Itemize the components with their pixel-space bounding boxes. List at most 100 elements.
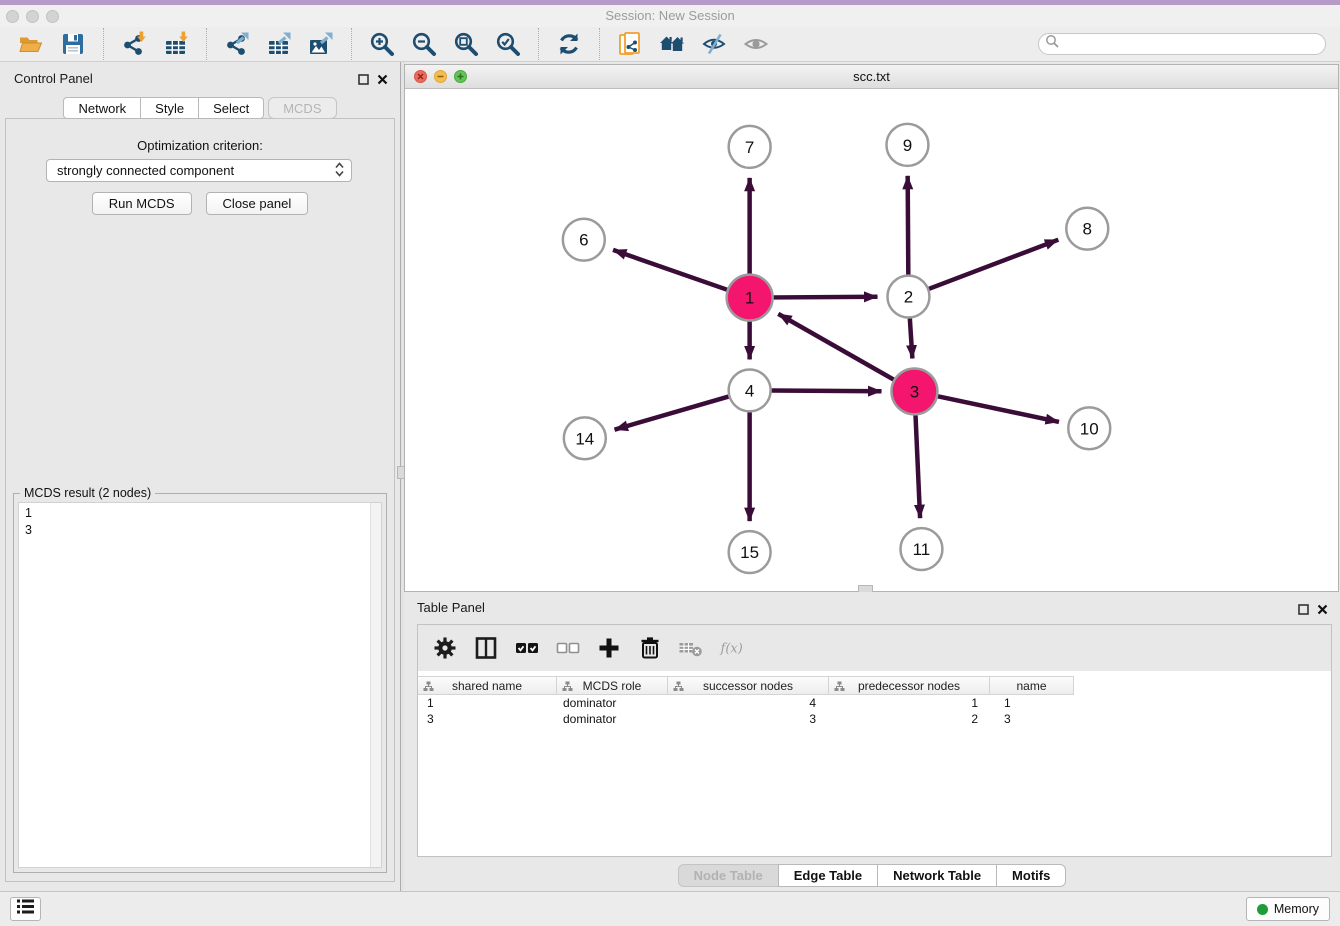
hide-graphics-details-icon[interactable] [699,29,729,59]
table-panel-title: Table Panel [417,600,485,615]
node-11[interactable]: 11 [900,528,942,570]
node-8[interactable]: 8 [1066,208,1108,250]
network-window-titlebar[interactable]: scc.txt [405,65,1338,89]
cell-successor-nodes[interactable]: 3 [670,711,832,727]
tab-node-table[interactable]: Node Table [678,864,779,887]
cell-successor-nodes[interactable]: 4 [670,695,832,711]
table-toolbar: f(x) [418,625,1331,671]
control-panel: Control Panel NetworkStyleSelectMCDS Opt… [0,62,400,892]
node-2[interactable]: 2 [887,276,929,318]
node-7[interactable]: 7 [729,126,771,168]
dropdown-stepper-icon [335,162,344,180]
refresh-icon[interactable] [554,29,584,59]
search-input[interactable] [1060,34,1325,54]
mcds-result-title: MCDS result (2 nodes) [20,486,155,500]
table-row[interactable]: 1dominator411 [418,695,1331,711]
column-header-shared-name[interactable]: shared name [417,676,557,695]
deselect-all-checks-icon[interactable] [555,635,581,661]
node-6[interactable]: 6 [563,219,605,261]
result-scrollbar[interactable] [370,503,381,867]
control-panel-tabs: NetworkStyleSelectMCDS [0,97,400,119]
edge-3-1[interactable] [778,314,893,380]
criterion-dropdown-value: strongly connected component [57,163,234,178]
node-1[interactable]: 1 [727,275,773,321]
edge-2-8[interactable] [929,240,1058,289]
new-network-from-selection-icon[interactable] [615,29,645,59]
edge-1-2[interactable] [774,297,878,298]
toolbar-separator [599,28,600,60]
edge-4-14[interactable] [615,397,729,430]
column-header-successor-nodes[interactable]: successor nodes [667,676,829,695]
add-row-icon[interactable] [596,635,622,661]
tab-mcds[interactable]: MCDS [268,97,336,119]
status-bar: Memory [0,891,1340,926]
zoom-in-icon[interactable] [367,29,397,59]
tab-network[interactable]: Network [63,97,141,119]
import-network-icon[interactable] [119,29,149,59]
edge-4-3[interactable] [772,391,882,392]
import-table-icon[interactable] [161,29,191,59]
cell-shared-name[interactable]: 1 [418,695,558,711]
float-panel-icon[interactable] [1298,602,1309,620]
zoom-selected-icon[interactable] [493,29,523,59]
node-3[interactable]: 3 [891,368,937,414]
save-session-icon[interactable] [58,29,88,59]
show-graphics-details-icon[interactable] [741,29,771,59]
edge-2-9[interactable] [908,176,909,275]
cell-shared-name[interactable]: 3 [418,711,558,727]
close-panel-icon[interactable] [377,72,388,90]
table-row[interactable]: 3dominator323 [418,711,1331,727]
column-header-name[interactable]: name [989,676,1074,695]
cell-MCDS-role[interactable]: dominator [558,711,670,727]
memory-button[interactable]: Memory [1246,897,1330,921]
edge-2-3[interactable] [910,318,913,358]
run-mcds-button[interactable]: Run MCDS [92,192,192,215]
node-10[interactable]: 10 [1068,407,1110,449]
edge-3-10[interactable] [938,396,1059,422]
show-columns-icon[interactable] [473,635,499,661]
close-panel-icon[interactable] [1317,602,1328,620]
export-table-icon[interactable] [264,29,294,59]
search-box[interactable] [1038,33,1326,55]
column-header-predecessor-nodes[interactable]: predecessor nodes [828,676,990,695]
svg-text:f(x): f(x) [720,642,743,657]
mcds-result-area[interactable]: 1 3 [18,502,382,868]
app-window: Session: New Session Control Panel Netwo… [0,0,1340,926]
criterion-dropdown[interactable]: strongly connected component [46,159,352,182]
tab-edge-table[interactable]: Edge Table [778,864,878,887]
node-15[interactable]: 15 [729,531,771,573]
delete-row-icon[interactable] [637,635,663,661]
export-network-icon[interactable] [222,29,252,59]
minimize-view-button [434,70,447,83]
settings-gear-icon[interactable] [432,635,458,661]
open-session-icon[interactable] [16,29,46,59]
edge-3-11[interactable] [916,415,921,518]
tab-network-table[interactable]: Network Table [877,864,997,887]
svg-text:1: 1 [745,289,754,308]
zoom-out-icon[interactable] [409,29,439,59]
zoom-fit-icon[interactable] [451,29,481,59]
select-all-checks-icon[interactable] [514,635,540,661]
cell-name[interactable]: 3 [994,711,1079,727]
show-panels-button[interactable] [10,897,41,921]
tab-style[interactable]: Style [140,97,199,119]
cell-predecessor-nodes[interactable]: 2 [832,711,994,727]
tab-motifs[interactable]: Motifs [996,864,1066,887]
svg-text:7: 7 [745,138,754,157]
network-canvas[interactable]: 7 9 6 8 1 2 4 3 14 10 15 11 [405,89,1338,591]
home-icon[interactable] [657,29,687,59]
export-image-icon[interactable] [306,29,336,59]
close-panel-button[interactable]: Close panel [206,192,309,215]
cell-predecessor-nodes[interactable]: 1 [832,695,994,711]
cell-name[interactable]: 1 [994,695,1079,711]
node-table-container: f(x) shared nameMCDS rolesuccessor nodes… [417,624,1332,857]
node-9[interactable]: 9 [886,124,928,166]
float-panel-icon[interactable] [358,72,369,90]
column-header-MCDS-role[interactable]: MCDS role [556,676,668,695]
main-toolbar [0,27,1340,62]
edge-1-6[interactable] [613,250,727,290]
node-4[interactable]: 4 [729,369,771,411]
tab-select[interactable]: Select [198,97,264,119]
node-14[interactable]: 14 [564,417,606,459]
cell-MCDS-role[interactable]: dominator [558,695,670,711]
